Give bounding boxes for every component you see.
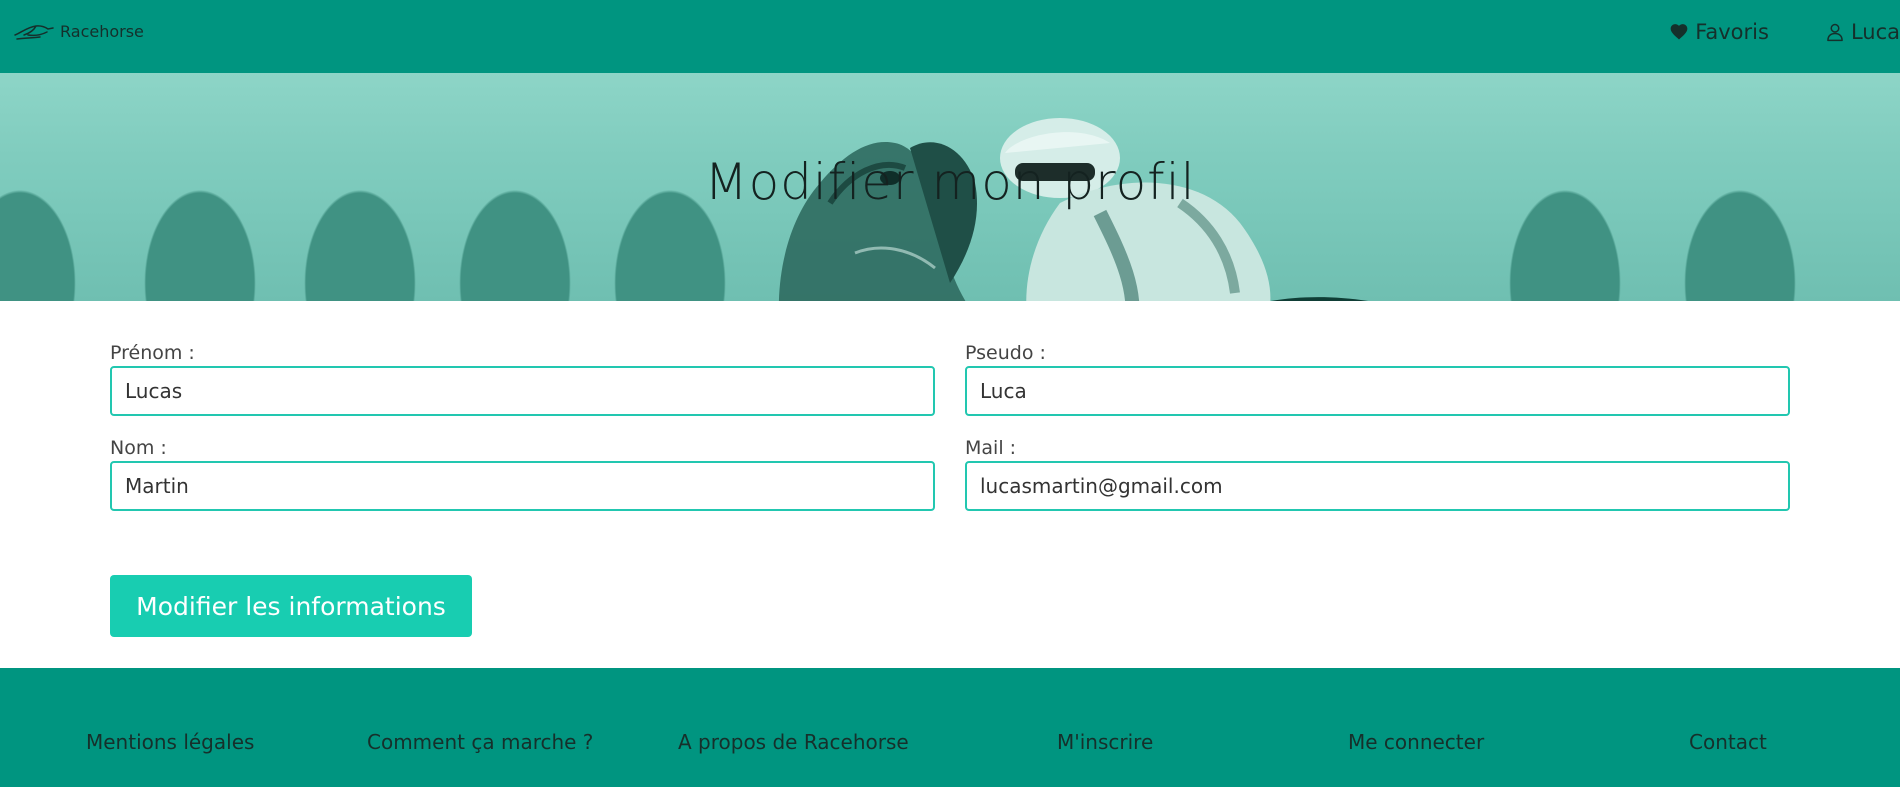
- user-icon: [1827, 23, 1843, 42]
- pseudo-group: Pseudo :: [965, 340, 1790, 416]
- horse-logo-icon: [14, 24, 54, 40]
- mail-label: Mail :: [965, 437, 1017, 459]
- footer: Mentions légales Comment ça marche ? A p…: [0, 668, 1900, 787]
- nom-field[interactable]: [110, 461, 935, 511]
- navbar: Racehorse Favoris Luca: [0, 0, 1900, 73]
- save-button[interactable]: Modifier les informations: [110, 575, 472, 637]
- nav-right: Favoris Luca: [1669, 20, 1900, 44]
- mail-group: Mail :: [965, 435, 1790, 511]
- footer-link-contact[interactable]: Contact: [1689, 730, 1767, 754]
- page-title: Modifier mon profil: [704, 153, 1196, 211]
- footer-link-connecter[interactable]: Me connecter: [1348, 730, 1484, 754]
- footer-link-inscrire[interactable]: M'inscrire: [1057, 730, 1153, 754]
- brand-name: Racehorse: [60, 22, 144, 41]
- pseudo-label: Pseudo :: [965, 342, 1046, 364]
- nom-label: Nom :: [110, 437, 167, 459]
- hero-banner: Modifier mon profil: [0, 73, 1900, 301]
- prenom-label: Prénom :: [110, 342, 195, 364]
- email-field[interactable]: [965, 461, 1790, 511]
- prenom-field[interactable]: [110, 366, 935, 416]
- user-menu-link[interactable]: Luca: [1825, 20, 1900, 44]
- footer-link-mentions-legales[interactable]: Mentions légales: [86, 730, 254, 754]
- footer-link-comment-ca-marche[interactable]: Comment ça marche ?: [367, 730, 593, 754]
- prenom-group: Prénom :: [110, 340, 935, 416]
- pseudo-field[interactable]: [965, 366, 1790, 416]
- favoris-link[interactable]: Favoris: [1669, 20, 1769, 44]
- favoris-label: Favoris: [1695, 20, 1769, 44]
- footer-link-a-propos[interactable]: A propos de Racehorse: [678, 730, 909, 754]
- user-label: Luca: [1850, 20, 1900, 44]
- brand-link[interactable]: Racehorse: [14, 22, 144, 41]
- nom-group: Nom :: [110, 435, 935, 511]
- heart-icon: [1670, 24, 1688, 40]
